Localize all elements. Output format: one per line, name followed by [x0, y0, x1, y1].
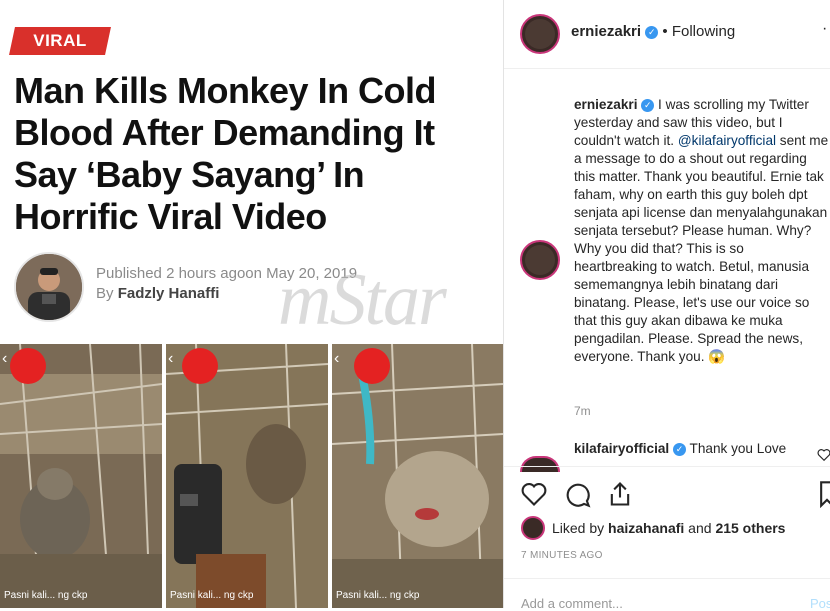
more-options-icon[interactable]: ·: [822, 20, 827, 38]
likes-summary[interactable]: Liked by haizahanafi and 215 others: [552, 520, 785, 536]
video-frame[interactable]: ‹ Pasni kali... ng ckp: [332, 344, 503, 608]
avatar-image: [525, 245, 555, 275]
share-icon[interactable]: [606, 480, 634, 508]
profile-avatar[interactable]: [520, 14, 560, 54]
caption-mention[interactable]: @kilafairyofficial: [678, 133, 776, 148]
header-username[interactable]: erniezakri: [571, 23, 641, 40]
angry-emoji-icon: [182, 348, 218, 384]
back-chevron-icon[interactable]: ‹: [168, 350, 173, 368]
caption-text-2: sent me a message to do a shout out rega…: [574, 133, 829, 364]
video-frame-image: [332, 344, 503, 608]
following-button[interactable]: Following: [672, 23, 735, 40]
likes-count[interactable]: 215 others: [715, 520, 785, 536]
published-prefix: Published: [96, 265, 167, 282]
caption-username[interactable]: erniezakri: [574, 97, 637, 112]
comment-avatar[interactable]: [520, 456, 560, 472]
bookmark-icon[interactable]: [820, 480, 830, 508]
liker-avatar[interactable]: [521, 516, 545, 540]
author-name[interactable]: Fadzly Hanaffi: [118, 285, 220, 302]
article-headline: Man Kills Monkey In Cold Blood After Dem…: [14, 70, 494, 238]
video-frame[interactable]: ‹ Pasni kali... ng ckp: [166, 344, 328, 608]
verified-badge-icon: ✓: [641, 98, 655, 112]
header-separator: •: [662, 23, 668, 40]
avatar-image: [525, 19, 555, 49]
caption-avatar[interactable]: [520, 240, 560, 280]
post-comment-button[interactable]: Post: [810, 596, 830, 611]
back-chevron-icon[interactable]: ‹: [334, 350, 339, 368]
frame-caption: Pasni kali... ng ckp: [336, 590, 420, 601]
post-caption: erniezakri ✓ I was scrolling my Twitter …: [574, 96, 830, 366]
post-timestamp[interactable]: 7 MINUTES AGO: [521, 550, 603, 561]
heart-icon[interactable]: [520, 480, 548, 508]
back-chevron-icon[interactable]: ‹: [2, 350, 7, 368]
likes-user[interactable]: haizahanafi: [608, 520, 684, 536]
headline-line: Horrific Viral Video: [14, 196, 327, 237]
likes-mid: and: [684, 520, 716, 536]
article-panel: VIRAL Man Kills Monkey In Cold Blood Aft…: [0, 0, 503, 608]
angry-emoji-icon: [354, 348, 390, 384]
caption-time: 7m: [574, 404, 591, 418]
headline-line: Say ‘Baby Sayang’ In: [14, 154, 365, 195]
instagram-panel: erniezakri ✓ • Following · erniezakri ✓ …: [503, 0, 830, 611]
verified-badge-icon: ✓: [645, 25, 659, 39]
comment-username[interactable]: kilafairyofficial: [574, 441, 669, 456]
comment-box-divider: [504, 578, 830, 579]
comment-icon[interactable]: [563, 480, 591, 508]
header-divider: [504, 68, 830, 69]
post-header: erniezakri ✓ • Following: [571, 23, 735, 40]
author-photo: [16, 254, 82, 320]
video-frame-image: [166, 344, 328, 608]
published-ago: 2 hours ago: [166, 265, 246, 282]
headline-line: Blood After Demanding It: [14, 112, 435, 153]
comment: kilafairyofficial ✓ Thank you Love: [574, 441, 786, 456]
viral-tag[interactable]: VIRAL: [9, 27, 111, 55]
likes-prefix: Liked by: [552, 520, 609, 536]
verified-badge-icon: ✓: [672, 442, 686, 456]
add-comment-input[interactable]: Add a comment...: [521, 596, 623, 611]
frame-caption: Pasni kali... ng ckp: [170, 590, 254, 601]
angry-emoji-icon: [10, 348, 46, 384]
comment-text: Thank you Love: [685, 441, 787, 456]
actions-divider: [504, 466, 830, 467]
video-frame[interactable]: ‹ Pasni kali... ng ckp: [0, 344, 162, 608]
mstar-watermark: mStar: [278, 259, 447, 341]
viral-tag-label: VIRAL: [33, 31, 87, 50]
author-avatar[interactable]: [14, 252, 84, 322]
by-prefix: By: [96, 285, 118, 302]
headline-line: Man Kills Monkey In Cold: [14, 70, 437, 111]
comment-like-heart-icon[interactable]: [817, 448, 830, 462]
frame-caption: Pasni kali... ng ckp: [4, 590, 88, 601]
